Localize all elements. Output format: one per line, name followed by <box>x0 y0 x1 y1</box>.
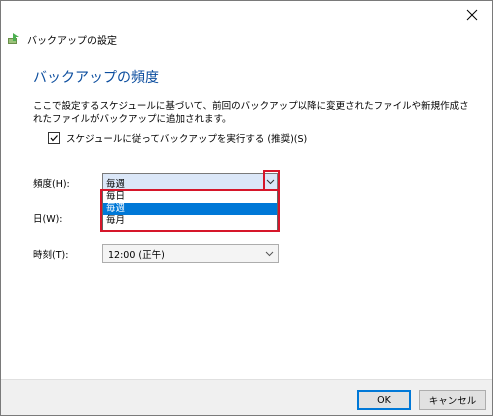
cancel-button[interactable]: キャンセル <box>419 390 486 410</box>
chevron-down-icon <box>265 251 274 256</box>
frequency-select[interactable]: 毎週 <box>102 173 278 191</box>
time-select[interactable]: 12:00 (正午) <box>102 244 279 263</box>
page-title: バックアップの頻度 <box>33 70 159 86</box>
frequency-option-monthly[interactable]: 毎月 <box>103 215 277 227</box>
backup-icon <box>8 33 19 44</box>
schedule-checkbox-label: スケジュールに従ってバックアップを実行する (推奨)(S) <box>66 134 308 145</box>
frequency-dropdown-button[interactable] <box>264 174 277 190</box>
frequency-option-daily[interactable]: 毎日 <box>103 191 277 203</box>
chevron-down-icon <box>266 179 275 185</box>
frequency-option-weekly[interactable]: 毎週 <box>103 203 277 215</box>
time-value: 12:00 (正午) <box>108 250 165 261</box>
schedule-checkbox-row[interactable]: スケジュールに従ってバックアップを実行する (推奨)(S) <box>48 131 307 145</box>
title-bar <box>1 1 492 29</box>
checkmark-icon <box>50 135 58 142</box>
frequency-label: 頻度(H): <box>33 179 70 190</box>
schedule-checkbox[interactable] <box>48 132 60 144</box>
ok-button[interactable]: OK <box>357 390 411 410</box>
backup-settings-window: バックアップの設定 バックアップの頻度 ここで設定するスケジュールに基づいて、前… <box>0 0 493 416</box>
time-dropdown-button[interactable] <box>263 245 276 262</box>
time-label: 時刻(T): <box>33 250 69 261</box>
window-title: バックアップの設定 <box>27 35 117 47</box>
day-label: 日(W): <box>33 214 63 225</box>
frequency-dropdown-list: 毎日 毎週 毎月 <box>102 190 278 232</box>
window-header: バックアップの設定 <box>7 31 117 47</box>
close-button[interactable] <box>452 1 492 29</box>
frequency-value: 毎週 <box>106 179 126 190</box>
description-text: ここで設定するスケジュールに基づいて、前回のバックアップ以降に変更されたファイル… <box>33 101 469 125</box>
close-icon <box>466 9 478 21</box>
